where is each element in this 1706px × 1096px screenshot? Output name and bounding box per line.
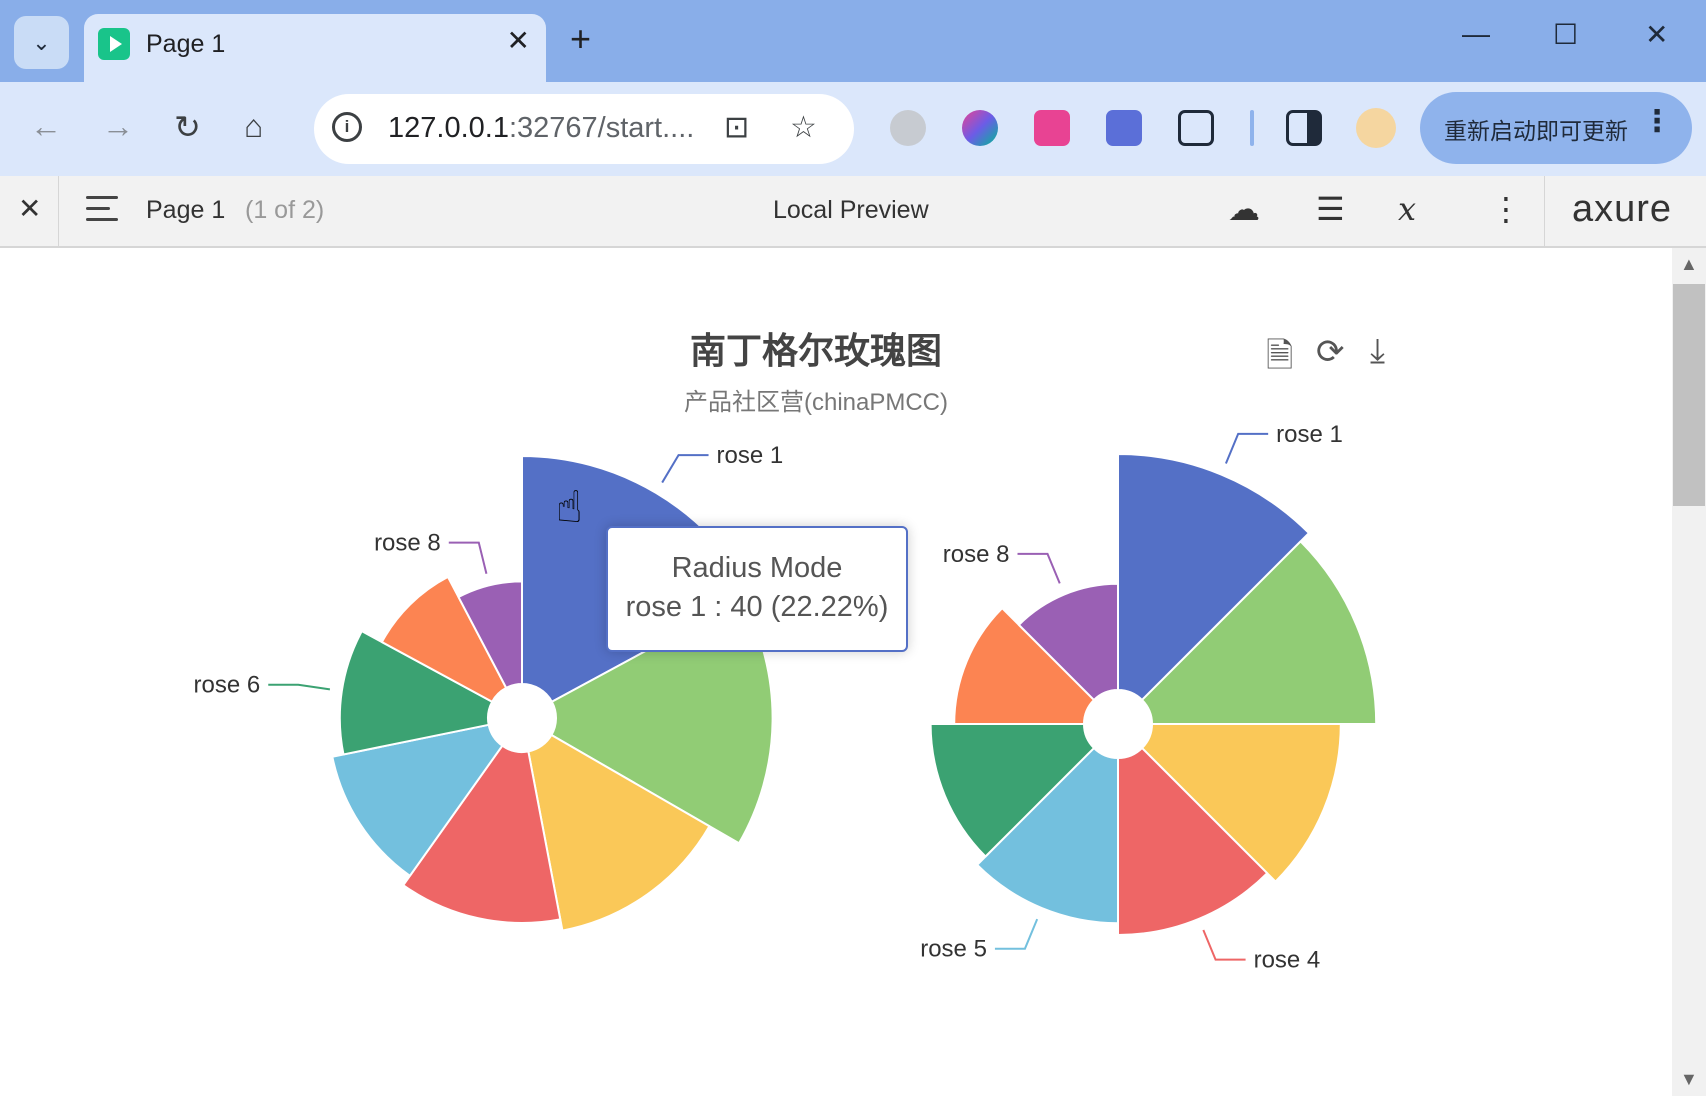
- tab-close-icon[interactable]: ✕: [507, 24, 530, 57]
- divider: [58, 176, 59, 246]
- slice-label: rose 1: [717, 442, 784, 469]
- axure-logo: axure: [1572, 188, 1673, 230]
- label-line: [1224, 432, 1269, 464]
- reload-icon[interactable]: ↻: [174, 108, 201, 146]
- scrollbar-thumb[interactable]: [1673, 284, 1705, 506]
- label-line: [1202, 929, 1246, 961]
- variables-icon[interactable]: 𝑥: [1398, 190, 1416, 228]
- toolbar-divider: [1250, 110, 1254, 146]
- publish-cloud-icon[interactable]: ☁: [1228, 190, 1260, 228]
- extension-window-icon[interactable]: [1106, 110, 1142, 146]
- label-line: [268, 683, 331, 691]
- url-text: 127.0.0.1:32767/start....: [388, 112, 695, 144]
- extension-circle-icon[interactable]: [890, 110, 926, 146]
- label-line: [1017, 552, 1061, 584]
- tooltip-title: Radius Mode: [671, 552, 843, 584]
- scroll-down-arrow-icon[interactable]: ▼: [1680, 1069, 1698, 1090]
- profile-avatar[interactable]: [1356, 108, 1396, 148]
- divider: [1544, 176, 1545, 246]
- more-menu-icon[interactable]: ⋮: [1642, 104, 1672, 139]
- slice-label: rose 5: [920, 936, 987, 963]
- axure-favicon-icon: [98, 28, 130, 60]
- translate-icon[interactable]: ⊡: [724, 110, 749, 145]
- address-bar[interactable]: i 127.0.0.1:32767/start.... ⊡ ☆: [314, 94, 854, 164]
- update-button[interactable]: 重新启动即可更新 ⋮: [1420, 92, 1692, 164]
- sitemap-menu-icon[interactable]: [86, 196, 118, 229]
- maximize-icon[interactable]: ☐: [1553, 18, 1578, 51]
- slice-label: rose 4: [1254, 947, 1321, 974]
- extensions-puzzle-icon[interactable]: [1178, 110, 1214, 146]
- preview-mode-label: Local Preview: [773, 196, 929, 224]
- axure-toolbar: ✕ Page 1 (1 of 2) Local Preview ☁ ☰ 𝑥 ⋮ …: [0, 176, 1706, 248]
- minimize-icon[interactable]: —: [1462, 18, 1490, 50]
- close-preview-icon[interactable]: ✕: [18, 192, 41, 225]
- extension-translate-icon[interactable]: [1034, 110, 1070, 146]
- tab-title: Page 1: [146, 30, 226, 58]
- slice-label: rose 6: [194, 672, 261, 699]
- hand-cursor-icon: ☝: [556, 483, 583, 532]
- label-line: [994, 918, 1039, 950]
- window-close-icon[interactable]: ✕: [1645, 18, 1668, 51]
- tab-search-chevron-icon[interactable]: ⌄: [14, 16, 69, 69]
- page-name[interactable]: Page 1: [146, 196, 225, 225]
- vertical-scrollbar[interactable]: ▲ ▼: [1672, 248, 1706, 1096]
- bookmark-star-icon[interactable]: ☆: [790, 110, 817, 145]
- notes-icon[interactable]: ☰: [1316, 190, 1345, 228]
- chart-tooltip: Radius Mode rose 1 : 40 (22.22%): [606, 526, 908, 652]
- slice-label: rose 8: [943, 541, 1010, 568]
- slice-label: rose 1: [1276, 421, 1343, 448]
- update-label: 重新启动即可更新: [1444, 118, 1628, 144]
- browser-tab[interactable]: Page 1 ✕: [84, 14, 546, 82]
- scroll-up-arrow-icon[interactable]: ▲: [1680, 254, 1698, 275]
- back-arrow-icon[interactable]: ←: [30, 108, 62, 145]
- new-tab-plus-icon[interactable]: +: [570, 18, 591, 60]
- extension-camera-icon[interactable]: [962, 110, 998, 146]
- home-icon[interactable]: ⌂: [244, 108, 263, 145]
- label-line: [448, 541, 488, 574]
- rose-chart[interactable]: rose 1 rose 6 rose 8 rose 1 rose 4 rose 5 rose…: [0, 248, 1670, 1096]
- forward-arrow-icon[interactable]: →: [102, 108, 134, 145]
- side-panel-icon[interactable]: [1286, 110, 1322, 146]
- page-count: (1 of 2): [245, 196, 325, 224]
- browser-toolbar: ← → ↻ ⌂ i 127.0.0.1:32767/start.... ⊡ ☆ …: [0, 82, 1706, 176]
- area-mode-chart[interactable]: [929, 453, 1378, 936]
- slice-label: rose 8: [374, 530, 441, 557]
- label-line: [661, 454, 709, 484]
- more-options-icon[interactable]: ⋮: [1490, 190, 1522, 228]
- site-info-icon[interactable]: i: [332, 112, 362, 142]
- tooltip-value: rose 1 : 40 (22.22%): [625, 591, 889, 623]
